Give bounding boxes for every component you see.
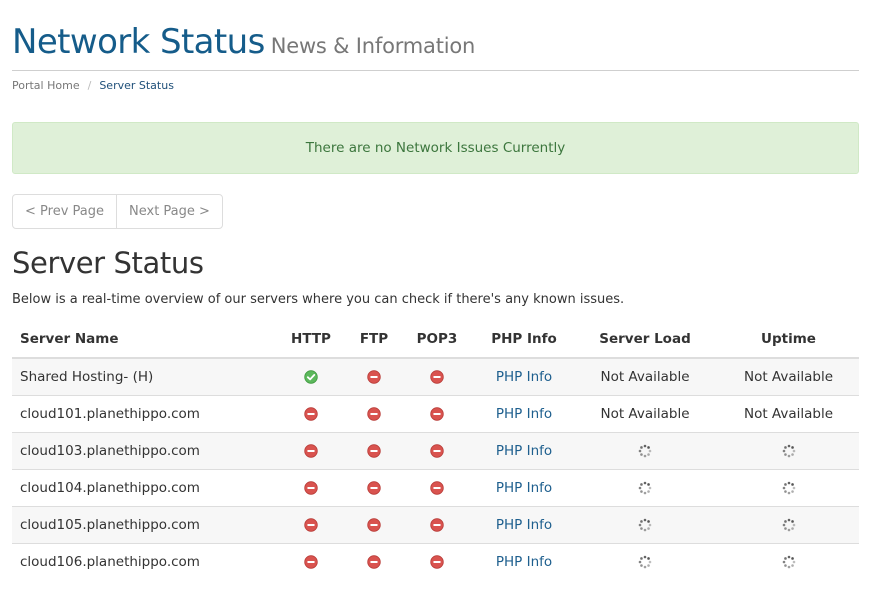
minus-circle-icon [367, 370, 381, 384]
php-info-link[interactable]: PHP Info [476, 506, 572, 544]
pop3-status-cell [398, 432, 476, 470]
minus-circle-icon [367, 407, 381, 421]
ftp-status-cell [350, 395, 398, 433]
server-name-cell: Shared Hosting- (H) [12, 357, 272, 396]
spinner-icon [638, 518, 652, 532]
ftp-status-cell [350, 543, 398, 580]
http-status-cell [272, 469, 350, 507]
table-row: cloud101.planethippo.com PHP Info Not Avai… [12, 395, 859, 433]
breadcrumb: Portal Home / Server Status [12, 79, 174, 92]
server-load-cell: Not Available [572, 395, 718, 433]
server-name-cell: cloud101.planethippo.com [12, 395, 272, 433]
server-status-description: Below is a real-time overview of our ser… [12, 292, 625, 307]
uptime-cell [718, 506, 859, 544]
http-status-cell [272, 506, 350, 544]
server-load-cell [572, 543, 718, 580]
minus-circle-icon [304, 481, 318, 495]
column-header-uptime: Uptime [718, 321, 859, 359]
minus-circle-icon [304, 555, 318, 569]
php-info-link[interactable]: PHP Info [476, 469, 572, 507]
minus-circle-icon [367, 518, 381, 532]
column-header-server-name: Server Name [12, 321, 272, 359]
column-header-http: HTTP [272, 321, 350, 359]
minus-circle-icon [430, 444, 444, 458]
table-row: cloud103.planethippo.com PHP Info [12, 432, 859, 470]
page-header: Network Status News & Information [12, 22, 859, 71]
alert-text: There are no Network Issues Currently [305, 140, 566, 156]
ftp-status-cell [350, 469, 398, 507]
page-title: Network Status [12, 22, 265, 62]
spinner-icon [782, 444, 796, 458]
column-header-pop3: POP3 [398, 321, 476, 359]
spinner-icon [638, 555, 652, 569]
php-info-link[interactable]: PHP Info [476, 432, 572, 470]
next-page-button[interactable]: Next Page > [116, 195, 222, 228]
minus-circle-icon [367, 481, 381, 495]
column-header-server-load: Server Load [572, 321, 718, 359]
pop3-status-cell [398, 543, 476, 580]
breadcrumb-separator: / [87, 79, 92, 92]
pop3-status-cell [398, 506, 476, 544]
server-status-title: Server Status [12, 246, 204, 280]
minus-circle-icon [367, 444, 381, 458]
pagination: < Prev Page Next Page > [12, 194, 223, 229]
php-info-link[interactable]: PHP Info [476, 357, 572, 396]
uptime-cell: Not Available [718, 357, 859, 396]
server-name-cell: cloud105.planethippo.com [12, 506, 272, 544]
server-status-table: Server Name HTTP FTP POP3 PHP Info Serve… [12, 321, 859, 580]
http-status-cell [272, 357, 350, 396]
uptime-cell: Not Available [718, 395, 859, 433]
ftp-status-cell [350, 432, 398, 470]
ftp-status-cell [350, 506, 398, 544]
table-row: cloud106.planethippo.com PHP Info [12, 543, 859, 580]
server-load-cell: Not Available [572, 357, 718, 396]
server-load-cell [572, 469, 718, 507]
php-info-link[interactable]: PHP Info [476, 395, 572, 433]
minus-circle-icon [430, 407, 444, 421]
table-header-row: Server Name HTTP FTP POP3 PHP Info Serve… [12, 321, 859, 359]
breadcrumb-portal-home[interactable]: Portal Home [12, 79, 80, 92]
minus-circle-icon [430, 518, 444, 532]
pop3-status-cell [398, 395, 476, 433]
spinner-icon [782, 518, 796, 532]
server-status-rows: Shared Hosting- (H) PHP Info Not Available… [12, 357, 859, 580]
http-status-cell [272, 432, 350, 470]
minus-circle-icon [430, 481, 444, 495]
table-row: cloud104.planethippo.com PHP Info [12, 469, 859, 507]
server-name-cell: cloud103.planethippo.com [12, 432, 272, 470]
uptime-cell [718, 432, 859, 470]
ftp-status-cell [350, 357, 398, 396]
spinner-icon [782, 481, 796, 495]
pop3-status-cell [398, 469, 476, 507]
uptime-cell [718, 469, 859, 507]
page-subtitle: News & Information [270, 34, 476, 58]
page: Network Status News & Information Portal … [0, 0, 875, 593]
php-info-link[interactable]: PHP Info [476, 543, 572, 580]
column-header-php-info: PHP Info [476, 321, 572, 359]
minus-circle-icon [304, 407, 318, 421]
prev-page-button[interactable]: < Prev Page [13, 195, 116, 228]
table-row: Shared Hosting- (H) PHP Info Not Available… [12, 357, 859, 396]
server-name-cell: cloud104.planethippo.com [12, 469, 272, 507]
minus-circle-icon [304, 444, 318, 458]
spinner-icon [638, 481, 652, 495]
table-row: cloud105.planethippo.com PHP Info [12, 506, 859, 544]
check-circle-icon [304, 370, 318, 384]
http-status-cell [272, 543, 350, 580]
minus-circle-icon [430, 555, 444, 569]
pop3-status-cell [398, 357, 476, 396]
http-status-cell [272, 395, 350, 433]
uptime-cell [718, 543, 859, 580]
server-load-cell [572, 432, 718, 470]
column-header-ftp: FTP [350, 321, 398, 359]
minus-circle-icon [367, 555, 381, 569]
minus-circle-icon [304, 518, 318, 532]
breadcrumb-server-status: Server Status [99, 79, 174, 92]
spinner-icon [782, 555, 796, 569]
server-name-cell: cloud106.planethippo.com [12, 543, 272, 580]
server-load-cell [572, 506, 718, 544]
spinner-icon [638, 444, 652, 458]
network-issues-alert: There are no Network Issues Currently [12, 122, 859, 174]
minus-circle-icon [430, 370, 444, 384]
